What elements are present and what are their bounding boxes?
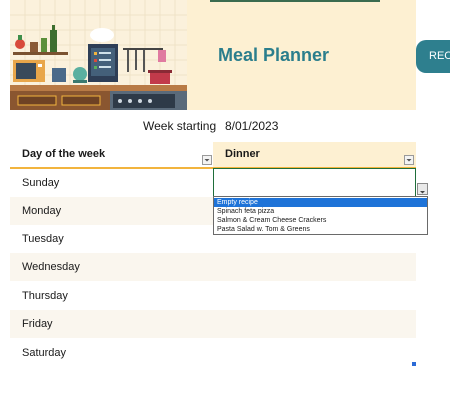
day-cell[interactable]: Thursday [22,290,68,302]
fill-handle[interactable] [412,362,416,366]
table-row: Thursday [10,282,416,310]
kitchen-illustration-svg [10,0,187,110]
kitchen-illustration [10,0,187,110]
top-border-line [210,0,380,2]
dropdown-option[interactable]: Pasta Salad w. Tom & Greens [214,225,427,234]
table-row: Saturday [10,339,416,367]
week-starting-label: Week starting [143,119,217,133]
dinner-column-header: Dinner [225,148,260,160]
dinner-cell-sunday[interactable] [213,168,416,197]
day-cell[interactable]: Sunday [22,177,59,189]
recipes-button[interactable]: REC [416,40,450,73]
chevron-down-icon [204,159,210,162]
week-starting-value[interactable]: 8/01/2023 [225,119,278,133]
dropdown-option[interactable]: Spinach feta pizza [214,207,427,216]
table-row: Friday [10,310,416,338]
chevron-down-icon [406,159,412,162]
day-cell[interactable]: Saturday [22,347,66,359]
day-column-header: Day of the week [22,148,106,160]
dinner-filter-button[interactable] [404,155,414,165]
dropdown-option[interactable]: Salmon & Cream Cheese Crackers [214,216,427,225]
day-cell[interactable]: Tuesday [22,233,64,245]
table-row: Wednesday [10,253,416,281]
recipe-dropdown-list[interactable]: Empty recipe Spinach feta pizza Salmon &… [213,196,428,235]
dropdown-option[interactable]: Empty recipe [214,198,427,207]
day-cell[interactable]: Monday [22,205,61,217]
page-title: Meal Planner [218,45,330,65]
dropdown-arrow-button[interactable] [417,183,428,195]
day-filter-button[interactable] [202,155,212,165]
day-cell[interactable]: Friday [22,318,53,330]
day-cell[interactable]: Wednesday [22,261,80,273]
